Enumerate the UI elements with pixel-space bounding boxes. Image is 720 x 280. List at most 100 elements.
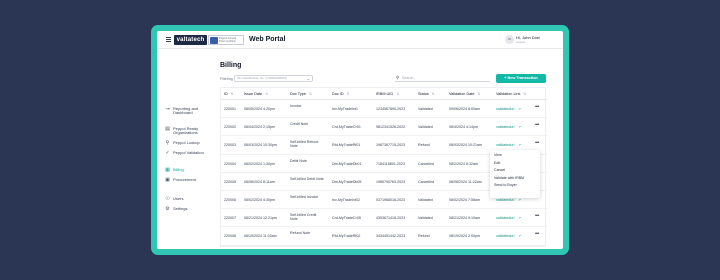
sidebar-item-billing[interactable]: ▦ Billing — [165, 167, 215, 173]
cell-type: Self-billed Debit Note — [290, 176, 324, 181]
more-actions-icon[interactable]: ••• — [535, 123, 539, 128]
chevron-down-icon: ⌄ — [306, 76, 310, 81]
cell-link[interactable]: validateduri — [496, 198, 514, 202]
more-actions-icon[interactable]: ••• — [535, 141, 539, 146]
external-link-icon[interactable]: ↗ — [518, 198, 521, 202]
column-header[interactable]: IRBM UID ⇅ — [376, 92, 399, 96]
main-content: Billing Filtering Tax identification No.… — [217, 50, 563, 249]
cell-doc: Rfd-MyTradeRf02 — [332, 234, 361, 239]
menu-item-cancel[interactable]: Cancel — [490, 167, 540, 175]
cell-status: Cancelled — [418, 161, 434, 166]
page-title: Billing — [220, 62, 242, 69]
more-actions-icon[interactable]: ••• — [535, 214, 539, 219]
cell-uid: 1985790763-2023 — [376, 179, 406, 184]
column-header[interactable]: Doc ID ⇅ — [332, 92, 349, 96]
external-link-icon[interactable]: ↗ — [518, 143, 521, 147]
external-link-icon[interactable]: ↗ — [518, 234, 521, 238]
cell-link[interactable]: validateduri — [496, 125, 514, 129]
sidebar-item-peppol-lookup[interactable]: ⚲ Peppol Lookup — [165, 140, 215, 146]
cell-link[interactable]: validateduri — [496, 107, 514, 111]
sidebar-item-label: Procurement — [173, 177, 196, 182]
cell-vdate: 09/06/2024 8:00am — [449, 107, 480, 111]
cell-link[interactable]: validateduri — [496, 216, 514, 220]
cell-uid: 9812341526-2022 — [376, 125, 406, 130]
cell-date: 08/02/2024 4:30pm — [244, 198, 275, 202]
sidebar-item-peppol-ready[interactable]: ▤ Peppol Ready Organizations — [165, 126, 215, 136]
chart-icon: ↝ — [165, 106, 170, 112]
table-row[interactable]: 220008 08/19/2024 11:03am Refund Note Rfd-M… — [221, 227, 547, 246]
search-input[interactable]: ⚲ Search... — [395, 75, 490, 82]
cell-date: 08/21/2024 12:21pm — [244, 216, 277, 221]
menu-item-edit[interactable]: Edit — [490, 160, 540, 168]
row-actions-menu: View Edit Cancel Validate with IRBM Send… — [490, 150, 540, 198]
external-link-icon[interactable]: ↗ — [518, 125, 521, 129]
users-icon: ☉ — [165, 196, 170, 202]
cell-uid: 7184118801-2023 — [376, 161, 405, 166]
cell-uid: 4353671418-2023 — [376, 216, 406, 221]
column-header[interactable]: Validation Link ⇅ — [496, 92, 526, 96]
cell-type: Self-billed Credit Note — [290, 213, 317, 222]
cell-id: 220003 — [224, 143, 236, 148]
sidebar-item-label: Peppol Ready Organizations — [173, 126, 199, 136]
sidebar-item-reporting[interactable]: ↝ Reporting and Dashboard — [165, 106, 215, 116]
column-header[interactable]: Status ⇅ — [418, 92, 435, 96]
certification-badge: Peppol Access Point Certified — [208, 35, 244, 45]
column-header[interactable]: Issue Date ⇅ — [244, 92, 268, 96]
search-icon: ⚲ — [165, 140, 170, 146]
sidebar: ↝ Reporting and Dashboard ▤ Peppol Ready O… — [157, 50, 215, 249]
more-actions-icon[interactable]: ••• — [535, 232, 539, 237]
external-link-icon[interactable]: ↗ — [518, 216, 521, 220]
column-header[interactable]: Doc Type ⇅ — [290, 92, 312, 96]
cell-id: 220004 — [224, 161, 236, 166]
cell-status: Refund — [418, 234, 430, 239]
logout-link[interactable]: Logout — [516, 40, 525, 44]
cell-link[interactable]: validateduri — [496, 143, 514, 147]
sidebar-item-peppol-validation[interactable]: ✓ Peppol Validation — [165, 150, 215, 156]
sidebar-item-label: Users — [173, 196, 184, 201]
new-transaction-button[interactable]: + New Transaction — [496, 74, 546, 83]
cell-status: Validated — [418, 107, 433, 111]
avatar[interactable]: JD — [505, 35, 514, 44]
cell-doc: Inv-MyTradeInt1 — [332, 107, 359, 111]
cell-status: Refund — [418, 143, 430, 148]
sidebar-item-users[interactable]: ☉ Users — [165, 196, 215, 202]
column-header[interactable]: ID ⇅ — [224, 92, 234, 96]
cell-id: 220005 — [224, 179, 236, 184]
table-row[interactable]: 220001 08/05/2024 4:20pm Invoice Inv-MyTrad… — [221, 100, 547, 119]
cell-id: 220006 — [224, 198, 236, 202]
cell-uid: 1987367715-2023 — [376, 143, 406, 148]
menu-icon[interactable] — [166, 37, 171, 42]
external-link-icon[interactable]: ↗ — [518, 107, 521, 111]
menu-item-send[interactable]: Send to Buyer — [490, 182, 540, 190]
sidebar-item-label: Peppol Validation — [173, 150, 204, 155]
cart-icon: ▣ — [165, 177, 170, 183]
cell-doc: Dbt-MyTradeDb05 — [332, 179, 362, 184]
certification-text: Peppol Access Point Certified — [219, 37, 237, 43]
cell-doc: Crd-MyTradeCr01 — [332, 125, 361, 130]
cell-doc: Crd-MyTradeCr05 — [332, 216, 361, 221]
table-row[interactable]: 220002 08/04/2024 2:15pm Credit Note Crd-My… — [221, 118, 547, 137]
cell-vdate: 08/2/2024 6:32am — [449, 161, 478, 166]
cell-status: Validated — [418, 198, 433, 202]
cell-vdate: 08/19/2024 2:00pm — [449, 234, 480, 239]
filter-dropdown[interactable]: Tax identification No. (ON000000001) ⌄ — [234, 75, 313, 82]
sidebar-item-label: Reporting and Dashboard — [173, 106, 199, 116]
app-window: valtatech Peppol Access Point Certified … — [157, 31, 563, 249]
cell-date: 08/04/2024 2:15pm — [244, 125, 275, 130]
table-row[interactable]: 220007 08/21/2024 12:21pm Self-billed Cred… — [221, 209, 547, 228]
cell-type: Invoice — [290, 104, 302, 108]
cell-type: Credit Note — [290, 122, 309, 127]
menu-item-view[interactable]: View — [490, 152, 540, 160]
sidebar-item-procurement[interactable]: ▣ Procurement — [165, 177, 215, 183]
column-header[interactable]: Validation Date ⇅ — [449, 92, 480, 96]
cell-vdate: 08/21/2024 9:10am — [449, 216, 480, 221]
cell-vdate: 08/4/2024 4:14pm — [449, 125, 478, 130]
cell-type: Debit Note — [290, 158, 307, 163]
more-actions-icon[interactable]: ••• — [535, 105, 539, 110]
sidebar-item-label: Peppol Lookup — [173, 140, 200, 145]
sidebar-item-settings[interactable]: ⚙ Settings — [165, 206, 215, 212]
cell-date: 08/05/2024 4:20pm — [244, 107, 275, 111]
cell-type: Refund Note — [290, 231, 311, 236]
cell-link[interactable]: validateduri — [496, 234, 514, 238]
menu-item-validate[interactable]: Validate with IRBM — [490, 175, 540, 183]
